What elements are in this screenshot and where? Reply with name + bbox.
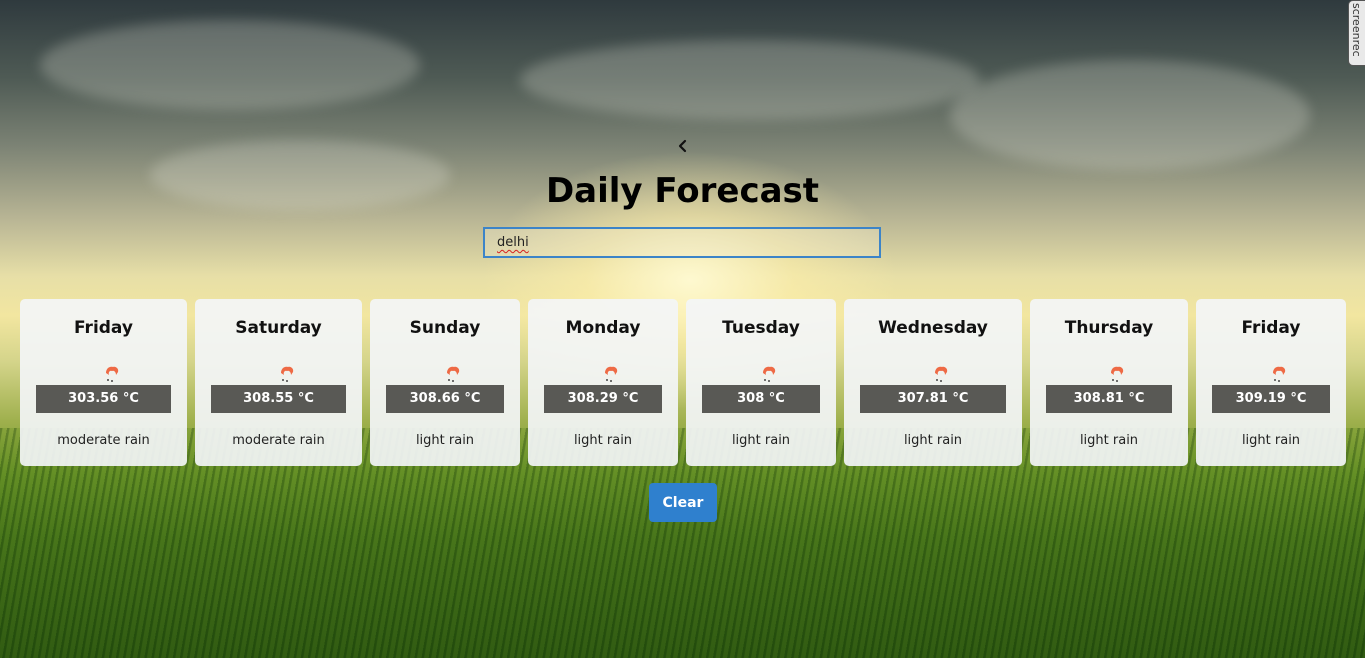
forecast-description: moderate rain: [57, 433, 150, 448]
rain-cloud-icon: [605, 366, 618, 382]
forecast-card: Friday 303.56 °C moderate rain: [20, 299, 187, 466]
rain-cloud-icon: [280, 366, 293, 382]
forecast-description: light rain: [415, 433, 475, 448]
back-button[interactable]: [676, 138, 690, 156]
forecast-temperature: 308.29 °C: [544, 385, 662, 413]
forecast-day: Friday: [74, 318, 133, 338]
forecast-card: Wednesday 307.81 °C light rain: [844, 299, 1022, 466]
forecast-card: Friday 309.19 °C light rain: [1196, 299, 1346, 466]
rain-cloud-icon: [935, 366, 948, 382]
forecast-card: Saturday 308.55 °C moderate rain: [195, 299, 362, 466]
search-input[interactable]: [483, 227, 881, 258]
clear-button[interactable]: Clear: [649, 483, 717, 522]
forecast-temperature: 307.81 °C: [860, 385, 1006, 413]
forecast-card: Thursday 308.81 °C light rain: [1030, 299, 1188, 466]
forecast-description: light rain: [731, 433, 791, 448]
rain-cloud-icon: [763, 366, 776, 382]
forecast-temperature: 308.81 °C: [1046, 385, 1172, 413]
forecast-temperature: 308.55 °C: [211, 385, 346, 413]
forecast-description: light rain: [1079, 433, 1139, 448]
forecast-description: light rain: [573, 433, 633, 448]
forecast-card: Sunday 308.66 °C light rain: [370, 299, 520, 466]
screen-recorder-tab[interactable]: screenrec: [1348, 0, 1365, 66]
forecast-day: Thursday: [1064, 318, 1154, 338]
forecast-description: light rain: [903, 433, 963, 448]
rain-cloud-icon: [1273, 366, 1286, 382]
forecast-temperature: 309.19 °C: [1212, 385, 1330, 413]
page-title: Daily Forecast: [545, 171, 820, 211]
rain-cloud-icon: [1111, 366, 1124, 382]
forecast-day: Sunday: [409, 318, 481, 338]
forecast-day: Saturday: [235, 318, 322, 338]
rain-cloud-icon: [447, 366, 460, 382]
forecast-card: Tuesday 308 °C light rain: [686, 299, 836, 466]
forecast-day: Tuesday: [722, 318, 800, 338]
forecast-temperature: 308 °C: [702, 385, 820, 413]
forecast-day: Wednesday: [878, 318, 988, 338]
forecast-day: Monday: [565, 318, 641, 338]
forecast-temperature: 303.56 °C: [36, 385, 171, 413]
forecast-description: moderate rain: [232, 433, 325, 448]
forecast-card: Monday 308.29 °C light rain: [528, 299, 678, 466]
forecast-temperature: 308.66 °C: [386, 385, 504, 413]
forecast-description: light rain: [1241, 433, 1301, 448]
chevron-left-icon: [678, 139, 687, 153]
forecast-day: Friday: [1241, 318, 1301, 338]
rain-cloud-icon: [105, 366, 118, 382]
screen-recorder-label: screenrec: [1350, 3, 1363, 57]
